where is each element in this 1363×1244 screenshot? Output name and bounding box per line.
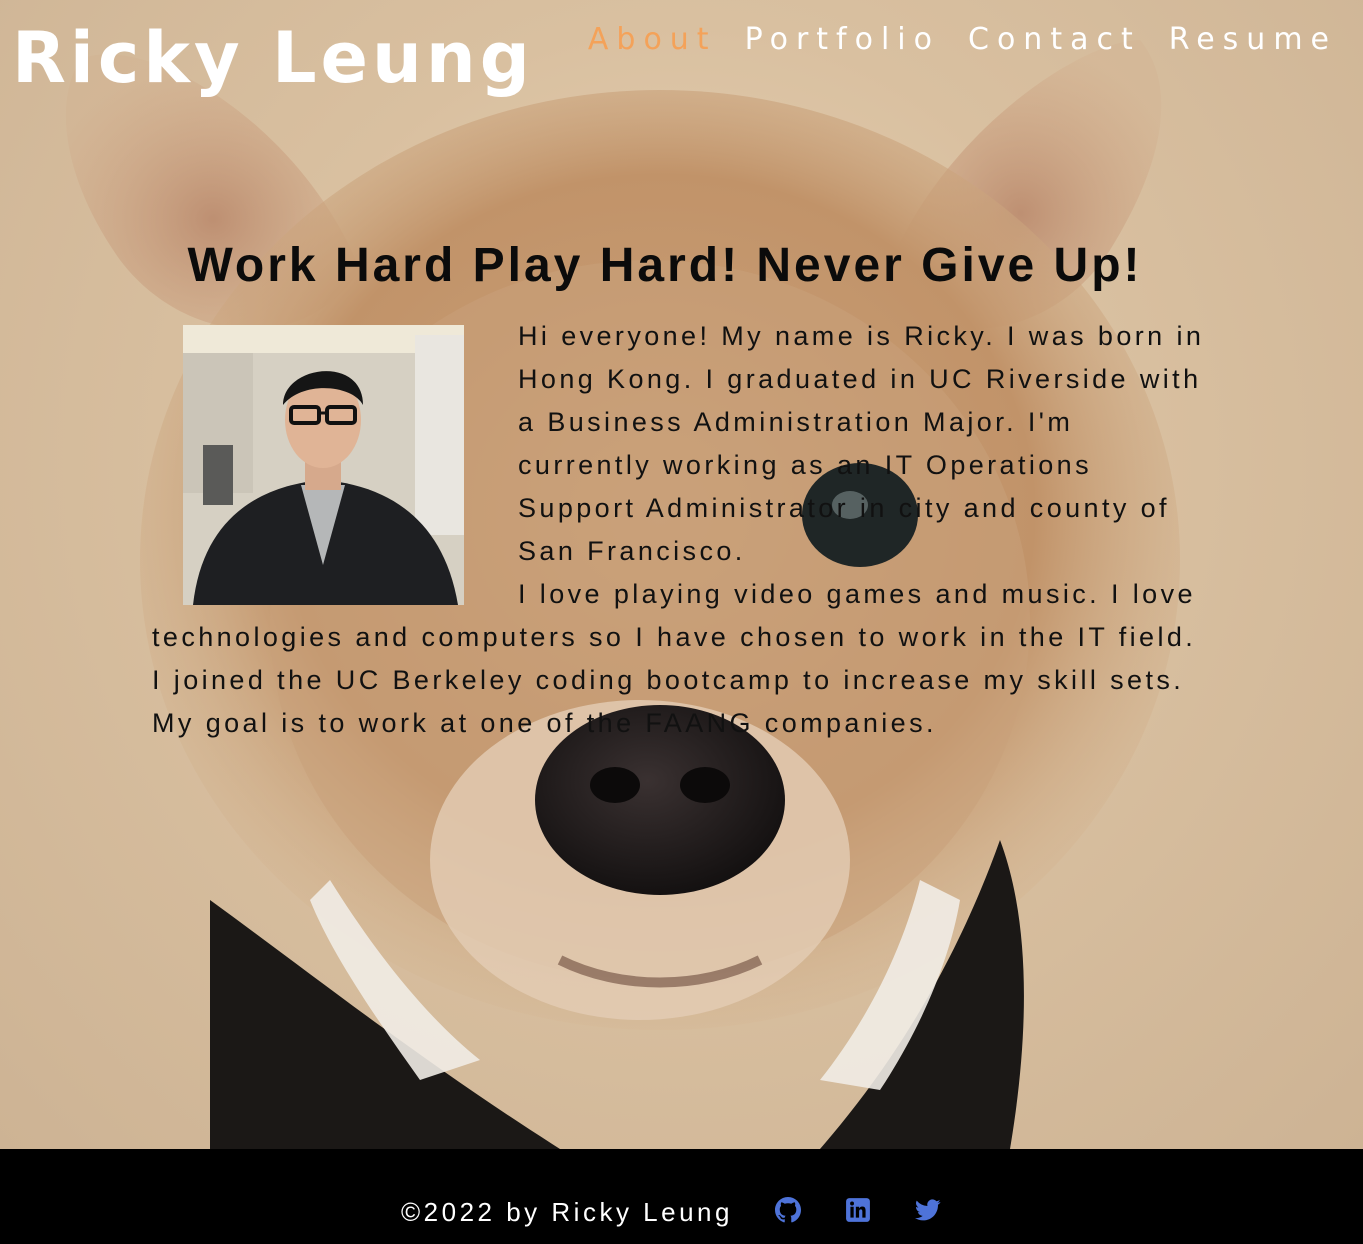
github-icon[interactable] [775,1197,801,1223]
twitter-icon[interactable] [915,1197,941,1223]
main-nav: About Portfolio Contact Resume [588,22,1337,58]
social-links [775,1197,941,1223]
about-paragraph-3: I joined the UC Berkeley coding bootcamp… [152,665,1185,738]
footer-copyright: ©2022 by Ricky Leung [401,1197,733,1227]
nav-link-about[interactable]: About [588,22,717,58]
nav-link-resume[interactable]: Resume [1169,22,1337,58]
linkedin-icon[interactable] [845,1197,871,1223]
nav-link-contact[interactable]: Contact [968,22,1141,58]
site-title[interactable]: Ricky Leung [12,20,534,97]
nav-link-portfolio[interactable]: Portfolio [745,22,940,58]
page-headline: Work Hard Play Hard! Never Give Up! [187,239,1143,292]
footer: ©2022 by Ricky Leung [0,1149,1363,1244]
profile-photo [183,325,464,605]
about-section: Hi everyone! My name is Ricky. I was bor… [152,315,1212,745]
